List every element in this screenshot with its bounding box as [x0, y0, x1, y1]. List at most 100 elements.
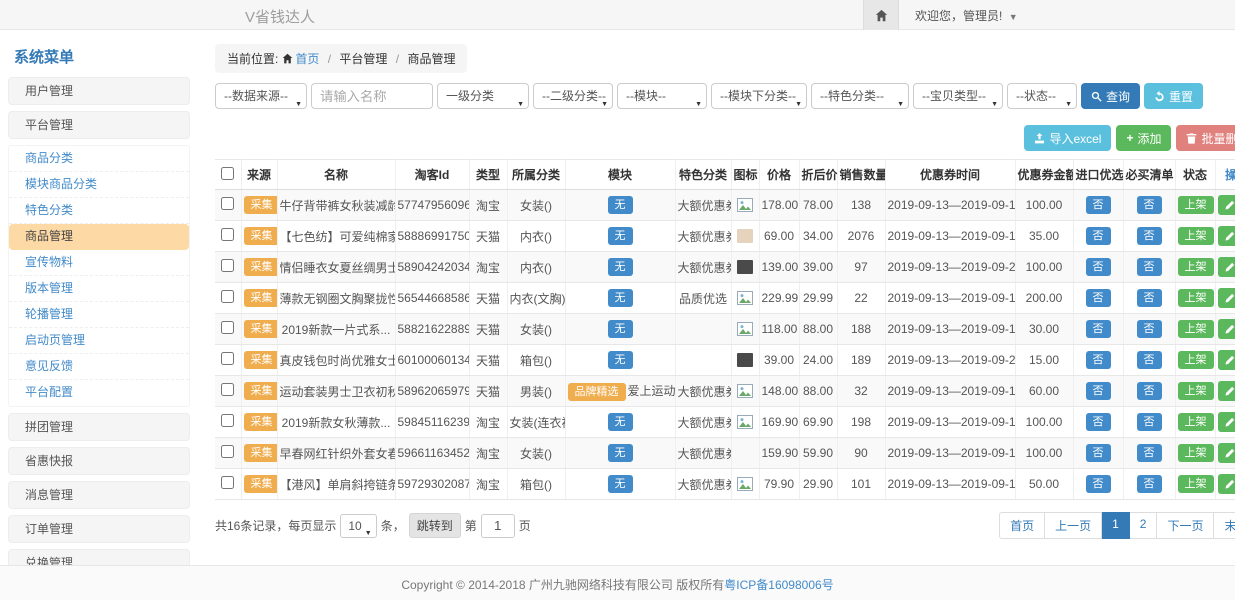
edit-button[interactable] [1218, 350, 1235, 370]
import-select-toggle[interactable]: 否 [1086, 196, 1111, 214]
row-checkbox[interactable] [221, 352, 234, 365]
sidebar-sub-item[interactable]: 版本管理 [9, 276, 189, 302]
sidebar-group-item[interactable]: 消息管理 [8, 481, 190, 509]
pager-button[interactable]: 下一页 [1157, 512, 1214, 539]
status-badge[interactable]: 上架 [1178, 196, 1214, 214]
module-none-badge[interactable]: 无 [608, 444, 633, 462]
module-none-badge[interactable]: 无 [608, 289, 633, 307]
import-select-toggle[interactable]: 否 [1086, 444, 1111, 462]
sidebar-group-item[interactable]: 拼团管理 [8, 413, 190, 441]
sidebar-sub-item[interactable]: 模块商品分类 [9, 172, 189, 198]
must-buy-toggle[interactable]: 否 [1137, 320, 1162, 338]
import-select-toggle[interactable]: 否 [1086, 382, 1111, 400]
jump-button[interactable]: 跳转到 [409, 513, 461, 538]
home-button[interactable] [863, 0, 899, 30]
sidebar-group-item[interactable]: 兑换管理 [8, 549, 190, 565]
edit-button[interactable] [1218, 412, 1235, 432]
module-brand-badge[interactable]: 品牌精选 [568, 383, 626, 401]
must-buy-toggle[interactable]: 否 [1137, 475, 1162, 493]
select-all-checkbox[interactable] [221, 167, 234, 180]
status-badge[interactable]: 上架 [1178, 475, 1214, 493]
module-none-badge[interactable]: 无 [608, 227, 633, 245]
add-button[interactable]: + 添加 [1116, 125, 1171, 151]
sidebar-group-item[interactable]: 平台管理 [8, 111, 190, 139]
filter-cat2-select[interactable]: --二级分类--▼ [533, 83, 613, 109]
row-checkbox[interactable] [221, 321, 234, 334]
must-buy-toggle[interactable]: 否 [1137, 196, 1162, 214]
edit-button[interactable] [1218, 226, 1235, 246]
user-menu[interactable]: 欢迎您，管理员! ▼ [915, 7, 1018, 24]
import-excel-button[interactable]: 导入excel [1024, 125, 1111, 151]
status-badge[interactable]: 上架 [1178, 289, 1214, 307]
status-badge[interactable]: 上架 [1178, 382, 1214, 400]
import-select-toggle[interactable]: 否 [1086, 351, 1111, 369]
must-buy-toggle[interactable]: 否 [1137, 382, 1162, 400]
edit-button[interactable] [1218, 443, 1235, 463]
row-checkbox[interactable] [221, 290, 234, 303]
filter-item-type-select[interactable]: --宝贝类型--▼ [913, 83, 1003, 109]
pager-button[interactable]: 上一页 [1045, 512, 1102, 539]
row-checkbox[interactable] [221, 228, 234, 241]
module-none-badge[interactable]: 无 [608, 196, 633, 214]
edit-button[interactable] [1218, 257, 1235, 277]
import-select-toggle[interactable]: 否 [1086, 413, 1111, 431]
row-checkbox[interactable] [221, 476, 234, 489]
import-select-toggle[interactable]: 否 [1086, 258, 1111, 276]
row-checkbox[interactable] [221, 414, 234, 427]
module-none-badge[interactable]: 无 [608, 475, 633, 493]
row-checkbox[interactable] [221, 383, 234, 396]
must-buy-toggle[interactable]: 否 [1137, 444, 1162, 462]
status-badge[interactable]: 上架 [1178, 258, 1214, 276]
status-badge[interactable]: 上架 [1178, 413, 1214, 431]
filter-cat1-select[interactable]: 一级分类▼ [437, 83, 529, 109]
edit-button[interactable] [1218, 474, 1235, 494]
pager-button[interactable]: 2 [1130, 512, 1158, 539]
row-checkbox[interactable] [221, 259, 234, 272]
sidebar-sub-item[interactable]: 商品管理 [9, 224, 189, 250]
edit-button[interactable] [1218, 288, 1235, 308]
module-none-badge[interactable]: 无 [608, 413, 633, 431]
import-select-toggle[interactable]: 否 [1086, 475, 1111, 493]
filter-feature-select[interactable]: --特色分类--▼ [811, 83, 909, 109]
row-checkbox[interactable] [221, 445, 234, 458]
sidebar-sub-item[interactable]: 特色分类 [9, 198, 189, 224]
reset-button[interactable]: 重置 [1144, 83, 1203, 109]
filter-module-sub-select[interactable]: --模块下分类--▼ [711, 83, 807, 109]
import-select-toggle[interactable]: 否 [1086, 227, 1111, 245]
sidebar-sub-item[interactable]: 平台配置 [9, 380, 189, 406]
sidebar-group-item[interactable]: 订单管理 [8, 515, 190, 543]
edit-button[interactable] [1218, 381, 1235, 401]
filter-module-select[interactable]: --模块--▼ [617, 83, 707, 109]
sidebar-sub-item[interactable]: 宣传物料 [9, 250, 189, 276]
module-none-badge[interactable]: 无 [608, 320, 633, 338]
edit-button[interactable] [1218, 319, 1235, 339]
search-button[interactable]: 查询 [1081, 83, 1140, 109]
jump-page-input[interactable] [481, 514, 515, 538]
module-none-badge[interactable]: 无 [608, 258, 633, 276]
batch-delete-button[interactable]: 批量删除 [1176, 125, 1235, 151]
status-badge[interactable]: 上架 [1178, 351, 1214, 369]
pager-button[interactable]: 末页 [1214, 512, 1235, 539]
must-buy-toggle[interactable]: 否 [1137, 413, 1162, 431]
edit-button[interactable] [1218, 195, 1235, 215]
must-buy-toggle[interactable]: 否 [1137, 227, 1162, 245]
filter-name-input[interactable] [311, 83, 433, 109]
must-buy-toggle[interactable]: 否 [1137, 351, 1162, 369]
breadcrumb-home-link[interactable]: 首页 [295, 52, 319, 66]
pager-button[interactable]: 1 [1102, 512, 1130, 539]
must-buy-toggle[interactable]: 否 [1137, 258, 1162, 276]
status-badge[interactable]: 上架 [1178, 227, 1214, 245]
icp-link[interactable]: 粤ICP备16098006号 [724, 578, 833, 592]
must-buy-toggle[interactable]: 否 [1137, 289, 1162, 307]
page-size-select[interactable]: 10 ▼ [340, 514, 376, 538]
filter-data-source-select[interactable]: --数据来源--▼ [215, 83, 307, 109]
sidebar-group-item[interactable]: 用户管理 [8, 77, 190, 105]
sidebar-sub-item[interactable]: 商品分类 [9, 146, 189, 172]
sidebar-group-item[interactable]: 省惠快报 [8, 447, 190, 475]
import-select-toggle[interactable]: 否 [1086, 289, 1111, 307]
status-badge[interactable]: 上架 [1178, 320, 1214, 338]
sidebar-sub-item[interactable]: 启动页管理 [9, 328, 189, 354]
status-badge[interactable]: 上架 [1178, 444, 1214, 462]
sidebar-sub-item[interactable]: 意见反馈 [9, 354, 189, 380]
import-select-toggle[interactable]: 否 [1086, 320, 1111, 338]
